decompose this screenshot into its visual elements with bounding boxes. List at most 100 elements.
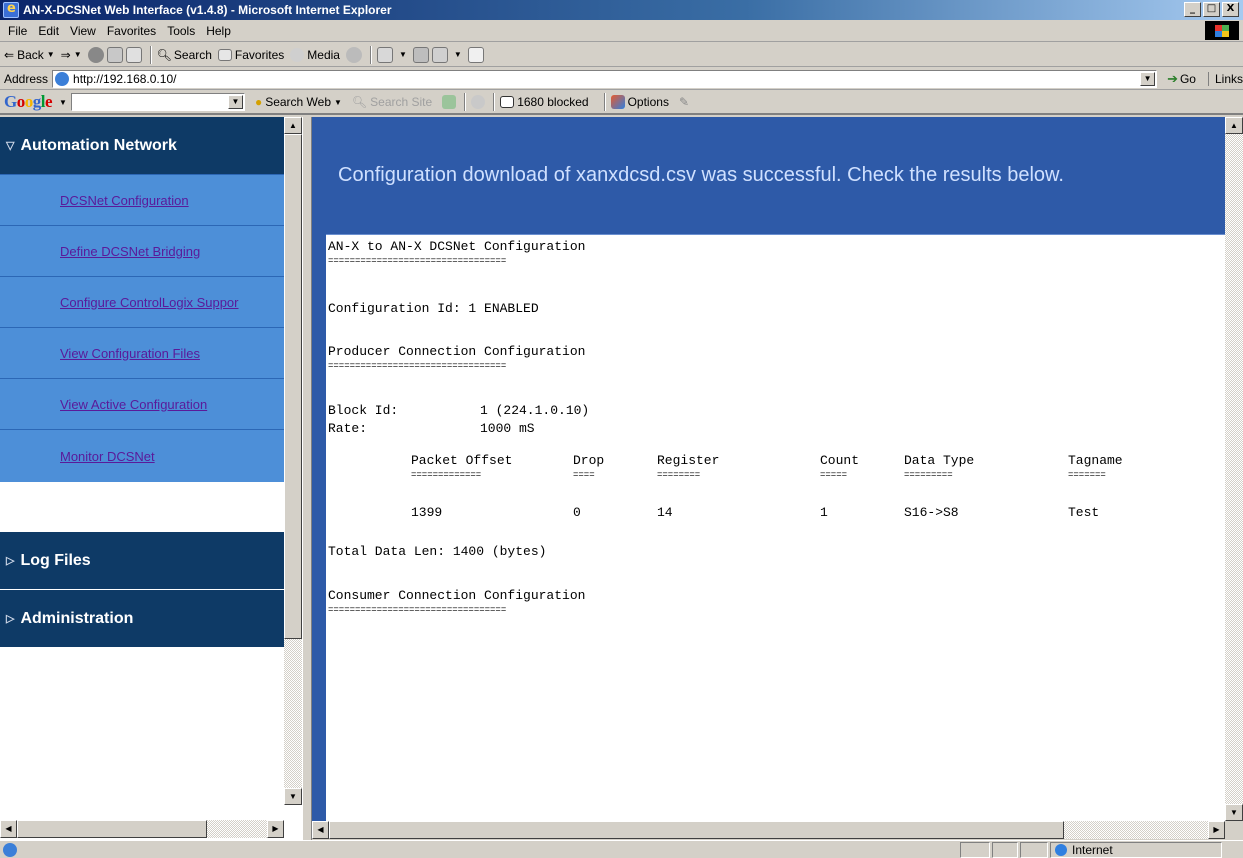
mail-icon[interactable] <box>376 46 393 63</box>
popup-blocker-icon <box>500 96 515 108</box>
refresh-icon[interactable] <box>106 46 123 63</box>
go-button[interactable]: ➔ Go <box>1167 71 1196 87</box>
options-icon <box>610 95 625 109</box>
scroll-right-icon[interactable]: ▶ <box>1208 821 1225 839</box>
menu-help[interactable]: Help <box>206 24 231 38</box>
section-administration[interactable]: ▷ Administration <box>0 590 284 647</box>
sidebar-item-dcsnet-configuration[interactable]: DCSNet Configuration <box>0 174 284 225</box>
search-web-button[interactable]: ● Search Web ▼ <box>255 95 342 109</box>
scroll-thumb[interactable] <box>284 134 302 639</box>
block-id-value: 1 (224.1.0.10) <box>480 403 590 418</box>
sidebar-vertical-scrollbar[interactable]: ▲ ▼ <box>284 117 302 805</box>
pencil-icon[interactable]: ✎ <box>679 95 689 109</box>
sidebar-item-view-active-config[interactable]: View Active Configuration <box>0 378 284 429</box>
chevron-down-icon[interactable]: ▼ <box>227 95 243 109</box>
media-button[interactable]: Media <box>290 47 340 62</box>
consumer-title: Consumer Connection Configuration <box>328 588 586 603</box>
scroll-down-icon[interactable]: ▼ <box>284 788 302 805</box>
history-icon[interactable] <box>345 46 362 63</box>
search-site-icon: 🔍︎ <box>351 95 368 109</box>
scroll-corner <box>1225 821 1243 840</box>
producer-title: Producer Connection Configuration <box>328 344 586 359</box>
scroll-up-icon[interactable]: ▲ <box>284 117 302 134</box>
toolbar-separator <box>493 93 496 111</box>
content-frame: Configuration download of xanxdcsd.csv w… <box>312 117 1225 821</box>
options-label: Options <box>627 95 669 109</box>
sidebar-item-define-bridging[interactable]: Define DCSNet Bridging <box>0 225 284 276</box>
edit-icon[interactable] <box>431 46 448 63</box>
section-automation-network[interactable]: ▽ Automation Network <box>0 117 284 174</box>
chevron-down-icon[interactable]: ▼ <box>59 98 67 107</box>
back-button[interactable]: ⇐ Back ▼ <box>4 48 55 62</box>
minimize-button[interactable]: _ <box>1184 2 1201 17</box>
search-web-label: Search Web <box>265 95 331 109</box>
configuration-id: Configuration Id: 1 ENABLED <box>328 301 539 316</box>
col-rule: ======== <box>657 470 701 480</box>
chevron-down-icon[interactable]: ▼ <box>334 98 342 107</box>
google-logo[interactable]: Google <box>4 92 53 112</box>
favorites-button[interactable]: Favorites <box>217 48 284 62</box>
content-vertical-scrollbar[interactable]: ▲ ▼ <box>1225 117 1243 821</box>
sidebar-item-controllogix-support[interactable]: Configure ControlLogix Suppor <box>0 276 284 327</box>
scroll-right-icon[interactable]: ▶ <box>267 820 284 838</box>
pagerank-icon[interactable] <box>442 95 457 109</box>
chevron-down-icon[interactable]: ▼ <box>47 50 55 59</box>
scroll-thumb[interactable] <box>17 820 207 838</box>
sidebar-horizontal-scrollbar[interactable]: ◀ ▶ <box>0 820 284 838</box>
menu-tools[interactable]: Tools <box>167 24 195 38</box>
col-header-drop: Drop <box>573 453 605 468</box>
globe-icon <box>1055 844 1067 856</box>
media-label: Media <box>307 47 340 62</box>
discuss-icon[interactable] <box>467 46 484 63</box>
scroll-left-icon[interactable]: ◀ <box>312 821 329 839</box>
google-search-input[interactable]: ▼ <box>70 93 245 111</box>
highlight-icon[interactable] <box>471 95 486 109</box>
media-icon <box>290 47 305 62</box>
scroll-thumb[interactable] <box>329 821 1064 839</box>
window-title: AN-X-DCSNet Web Interface (v1.4.8) - Mic… <box>23 3 392 17</box>
address-input[interactable]: http://192.168.0.10/ ▼ <box>52 69 1158 88</box>
status-cell <box>1020 842 1048 858</box>
menu-edit[interactable]: Edit <box>38 24 59 38</box>
popup-blocker-button[interactable]: 1680 blocked <box>500 95 589 109</box>
google-toolbar: Google ▼ ▼ ● Search Web ▼ 🔍︎ Search Site… <box>0 91 1243 115</box>
scroll-up-icon[interactable]: ▲ <box>1225 117 1243 134</box>
chevron-down-icon[interactable]: ▼ <box>74 50 82 59</box>
total-data-length: Total Data Len: 1400 (bytes) <box>328 544 547 559</box>
sidebar-item-view-config-files[interactable]: View Configuration Files <box>0 327 284 378</box>
restore-button[interactable]: □ <box>1203 2 1220 17</box>
stop-icon[interactable] <box>87 46 104 63</box>
col-rule: ===== <box>820 470 848 480</box>
chevron-down-icon[interactable]: ▼ <box>1140 71 1156 86</box>
menu-view[interactable]: View <box>70 24 96 38</box>
scroll-left-icon[interactable]: ◀ <box>0 820 17 838</box>
chevron-down-icon[interactable]: ▼ <box>454 50 462 59</box>
consumer-rule: ================================= <box>328 605 507 615</box>
sidebar-item-label: View Configuration Files <box>60 345 200 361</box>
menu-favorites[interactable]: Favorites <box>107 24 156 38</box>
sidebar-item-monitor-dcsnet[interactable]: Monitor DCSNet <box>0 429 284 482</box>
options-button[interactable]: Options <box>610 95 669 109</box>
status-cell <box>960 842 990 858</box>
toolbar-separator <box>369 45 372 64</box>
section-log-files[interactable]: ▷ Log Files <box>0 532 284 589</box>
close-button[interactable]: X <box>1222 2 1239 17</box>
menu-file[interactable]: File <box>8 24 27 38</box>
search-site-button[interactable]: 🔍︎ Search Site <box>352 95 432 109</box>
table-cell: 0 <box>573 505 581 520</box>
search-button[interactable]: 🔍︎ Search <box>157 48 212 62</box>
forward-button[interactable]: ⇒ ▼ <box>61 48 82 62</box>
home-icon[interactable] <box>125 46 142 63</box>
col-rule: ======= <box>1068 470 1106 480</box>
window-titlebar: AN-X-DCSNet Web Interface (v1.4.8) - Mic… <box>0 0 1243 20</box>
chevron-down-icon[interactable]: ▼ <box>399 50 407 59</box>
col-header-count: Count <box>820 453 860 468</box>
links-button[interactable]: Links <box>1207 71 1243 86</box>
content-horizontal-scrollbar[interactable]: ◀ ▶ <box>312 821 1225 839</box>
table-cell: 14 <box>657 505 673 520</box>
frame-divider[interactable] <box>302 117 312 840</box>
status-banner: Configuration download of xanxdcsd.csv w… <box>326 117 1225 235</box>
scroll-down-icon[interactable]: ▼ <box>1225 804 1243 821</box>
table-cell: 1 <box>820 505 828 520</box>
print-icon[interactable] <box>412 46 429 63</box>
